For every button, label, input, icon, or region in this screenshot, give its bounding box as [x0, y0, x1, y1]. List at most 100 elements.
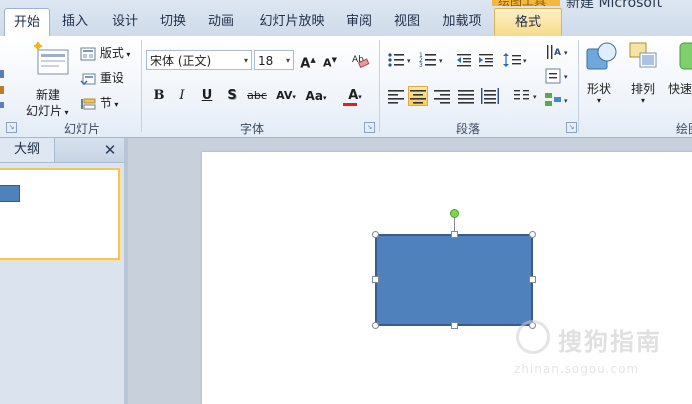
underline-button[interactable]: U — [197, 86, 217, 106]
increase-indent-icon — [479, 54, 493, 67]
text-direction-icon: A ▾ — [547, 45, 568, 59]
close-icon[interactable]: ✕ — [100, 140, 120, 160]
new-slide-label-line2: 幻灯片 — [26, 104, 63, 118]
shrink-font-button[interactable]: A▼ — [320, 50, 340, 70]
resize-handle-top[interactable] — [451, 231, 458, 238]
slide-canvas[interactable] — [202, 152, 692, 404]
shapes-icon — [586, 42, 617, 70]
distributed-button[interactable] — [480, 86, 500, 106]
resize-handle-bottom[interactable] — [451, 322, 458, 329]
section-label: 节 — [99, 96, 112, 110]
align-left-button[interactable] — [386, 86, 406, 106]
chevron-down-icon: ▾ — [62, 108, 69, 117]
tab-outline[interactable]: 大纲 — [0, 138, 55, 162]
font-size-combo[interactable]: 18 ▾ — [254, 50, 294, 70]
font-name-value: 宋体 (正文) — [150, 54, 212, 68]
change-case-button[interactable]: Aa▾ — [302, 86, 330, 106]
paragraph-group-label: 段落 — [455, 122, 480, 136]
resize-handle-top-right[interactable] — [529, 231, 536, 238]
thumbnail-rectangle-shape — [0, 185, 20, 202]
clear-formatting-button[interactable]: Ab — [350, 50, 370, 70]
decrease-indent-icon — [457, 54, 471, 67]
quick-styles-icon — [679, 42, 692, 70]
rotation-handle[interactable] — [450, 209, 459, 218]
increase-indent-button[interactable] — [476, 50, 496, 70]
columns-icon: ▾ — [514, 90, 537, 101]
font-launcher-icon[interactable]: ↘ — [364, 122, 375, 133]
svg-text:▾: ▾ — [564, 97, 568, 105]
bullets-button[interactable]: ▾ — [386, 50, 414, 70]
columns-button[interactable]: ▾ — [512, 86, 540, 106]
group-separator — [578, 40, 579, 132]
justify-button[interactable] — [456, 86, 476, 106]
numbering-icon: 123▾ — [419, 52, 443, 69]
shapes-button[interactable]: 形状 ▾ — [582, 40, 620, 116]
grow-font-button[interactable]: A▲ — [298, 50, 318, 71]
convert-to-smartart-button[interactable]: ▾ — [544, 90, 572, 110]
arrange-icon — [629, 42, 657, 68]
selected-rectangle-shape[interactable] — [375, 234, 533, 326]
tab-design[interactable]: 设计 — [104, 8, 146, 36]
slide-thumbnail[interactable] — [0, 168, 120, 260]
svg-text:3: 3 — [419, 62, 423, 69]
chevron-down-icon: ▾ — [322, 94, 327, 102]
align-left-icon — [388, 90, 404, 104]
resize-handle-top-left[interactable] — [372, 231, 379, 238]
tab-home[interactable]: 开始 — [4, 8, 50, 37]
resize-handle-right[interactable] — [529, 276, 536, 283]
font-name-combo[interactable]: 宋体 (正文) ▾ — [146, 50, 252, 70]
line-spacing-button[interactable]: ▾ — [502, 50, 530, 70]
align-center-button[interactable] — [408, 86, 428, 106]
svg-text:▾: ▾ — [533, 93, 537, 101]
strikethrough-button[interactable]: abc — [244, 86, 270, 106]
arrange-label: 排列 — [631, 82, 656, 96]
bold-button[interactable]: B — [149, 86, 169, 106]
section-icon — [81, 98, 96, 109]
chevron-down-icon: ▾ — [243, 56, 248, 65]
character-spacing-button[interactable]: AV▾ — [272, 86, 300, 106]
clipboard-launcher-icon[interactable]: ↘ — [6, 122, 17, 133]
reset-button[interactable]: 重设 — [80, 69, 124, 86]
tab-review[interactable]: 审阅 — [338, 8, 380, 36]
font-size-value: 18 — [258, 54, 274, 68]
paste-options-icon[interactable] — [0, 66, 8, 110]
paragraph-launcher-icon[interactable]: ↘ — [566, 122, 577, 133]
resize-handle-bottom-right[interactable] — [529, 322, 536, 329]
chevron-down-icon: ▾ — [358, 93, 362, 101]
svg-text:▾: ▾ — [564, 73, 568, 81]
text-direction-button[interactable]: A ▾ — [544, 42, 572, 62]
tab-insert[interactable]: 插入 — [54, 8, 96, 36]
tab-view[interactable]: 视图 — [386, 8, 428, 36]
group-separator — [141, 40, 142, 132]
section-button[interactable]: 节 ▾ — [80, 94, 118, 111]
resize-handle-left[interactable] — [372, 276, 379, 283]
slides-outline-pane: 大纲 ✕ — [0, 138, 124, 404]
italic-button[interactable]: I — [172, 86, 192, 106]
resize-handle-bottom-left[interactable] — [372, 322, 379, 329]
reset-icon — [80, 73, 96, 85]
text-shadow-button[interactable]: S — [222, 86, 242, 106]
powerpoint-window: 绘图工具 新建 Microsoft 开始 插入 设计 切换 动画 幻灯片放映 审… — [0, 0, 692, 404]
font-color-button[interactable]: A▾ — [340, 86, 370, 106]
layout-button[interactable]: 版式 ▾ — [80, 44, 130, 61]
shapes-label: 形状 — [587, 82, 612, 96]
smartart-icon: ▾ — [545, 93, 568, 106]
decrease-indent-button[interactable] — [454, 50, 474, 70]
quick-styles-label: 快速 — [668, 82, 692, 96]
layout-icon — [80, 47, 96, 60]
tab-format[interactable]: 格式 — [494, 8, 562, 37]
numbering-button[interactable]: 1 2 3 ▾ — [418, 50, 446, 70]
align-text-icon: ▾ — [545, 68, 568, 84]
svg-text:▾: ▾ — [439, 57, 443, 65]
new-slide-button[interactable]: 新建 幻灯片 ▾ — [26, 42, 74, 118]
tab-addins[interactable]: 加载项 — [434, 8, 490, 36]
align-text-button[interactable]: ▾ — [544, 66, 572, 86]
quick-styles-button[interactable]: 快速 — [666, 40, 692, 116]
tab-slideshow[interactable]: 幻灯片放映 — [252, 8, 332, 36]
tab-transitions[interactable]: 切换 — [152, 8, 194, 36]
arrange-button[interactable]: 排列 ▾ — [624, 40, 664, 116]
align-right-button[interactable] — [432, 86, 452, 106]
chevron-down-icon: ▾ — [641, 96, 646, 105]
tab-animations[interactable]: 动画 — [200, 8, 242, 36]
clear-formatting-icon: Ab — [352, 55, 370, 69]
